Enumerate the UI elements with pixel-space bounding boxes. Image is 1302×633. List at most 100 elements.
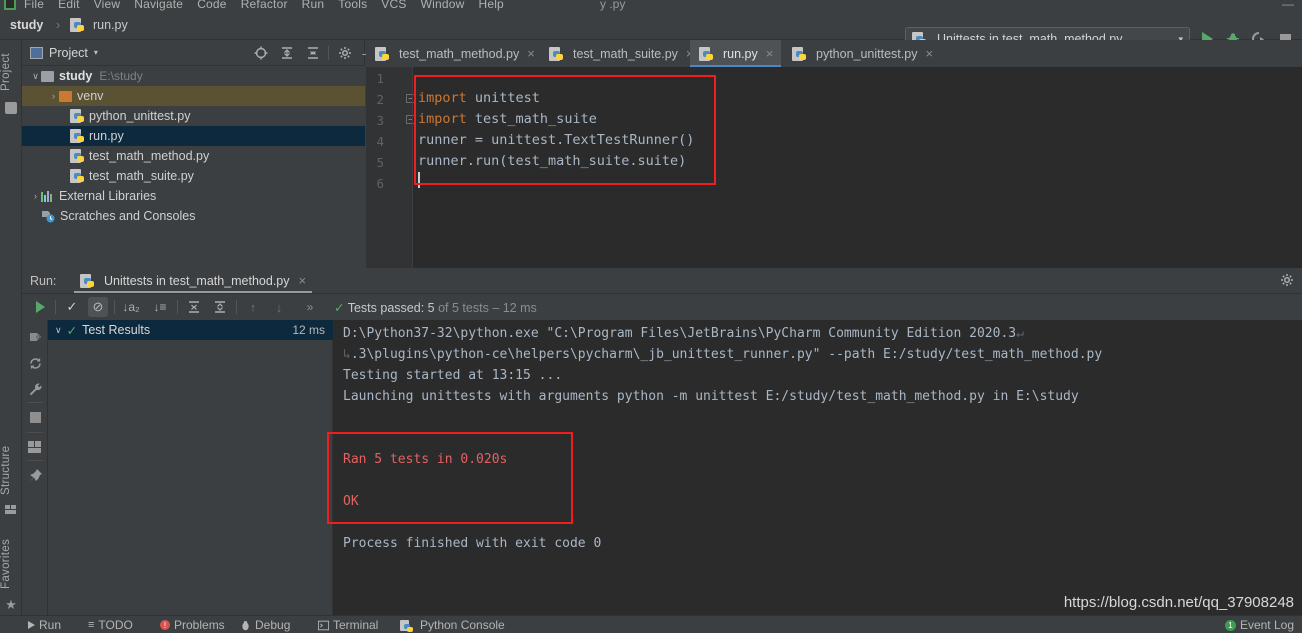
tool-button-favorites[interactable]: Favorites (0, 533, 22, 595)
tool-button-structure[interactable]: Structure (0, 439, 22, 501)
tree-node-test-math-suite[interactable]: test_math_suite.py (22, 166, 365, 186)
previous-failed-button[interactable]: ↑ (243, 297, 263, 317)
line-number: 1 (376, 71, 384, 86)
tree-node-scratches[interactable]: Scratches and Consoles (22, 206, 365, 226)
close-icon[interactable]: × (925, 46, 933, 61)
project-panel-title[interactable]: Project (49, 46, 88, 60)
console-highlight-box (327, 432, 573, 524)
code-line-3: import test_math_suite (418, 111, 597, 127)
editor-tab-python-unittest[interactable]: python_unittest.py × (783, 40, 941, 67)
toolbar-divider (114, 300, 115, 314)
text-caret (418, 172, 420, 188)
rerun-automatically-icon[interactable] (26, 354, 44, 372)
layout-settings-icon[interactable] (26, 438, 44, 456)
console-output[interactable]: D:\Python37-32\python.exe "C:\Program Fi… (327, 320, 1302, 615)
breadcrumb-file[interactable]: run.py (70, 18, 128, 32)
gear-icon[interactable] (336, 44, 354, 62)
tree-node-study[interactable]: ∨ study E:\study (22, 66, 365, 86)
toolbar-divider (177, 300, 178, 314)
more-options-button[interactable]: » (300, 297, 320, 317)
collapse-all-button[interactable] (210, 297, 230, 317)
tool-button-project[interactable]: Project (0, 46, 22, 98)
menu-item-tools[interactable]: Tools (338, 0, 367, 11)
menu-item-refactor[interactable]: Refactor (241, 0, 288, 11)
rerun-tests-button[interactable] (30, 297, 50, 317)
status-bar-python-console[interactable]: Python Console (400, 618, 505, 632)
chevron-right-icon[interactable]: › (30, 191, 41, 201)
console-line-3: Testing started at 13:15 ... (343, 368, 563, 383)
project-tool-window: Project ▾ — ∨ study E:\study › venv (22, 40, 376, 268)
code-text-area[interactable]: import unittest import test_math_suite r… (412, 67, 1302, 268)
menu-bar[interactable]: File Edit View Navigate Code Refactor Run Tools… (0, 0, 1302, 13)
menu-item-file[interactable]: File (24, 0, 44, 11)
tree-node-venv[interactable]: › venv (22, 86, 365, 106)
gear-icon[interactable] (1280, 273, 1294, 290)
status-bar-debug[interactable]: Debug (240, 618, 290, 632)
show-passed-toggle[interactable]: ✓ (62, 297, 82, 317)
editor-tab-label: run.py (723, 46, 758, 61)
menu-item-run[interactable]: Run (302, 0, 325, 11)
show-ignored-toggle[interactable]: ⊘ (88, 297, 108, 317)
breadcrumb-project[interactable]: study (10, 18, 43, 32)
tree-node-run[interactable]: run.py (22, 126, 365, 146)
tree-node-python-unittest[interactable]: python_unittest.py (22, 106, 365, 126)
menu-items[interactable]: File Edit View Navigate Code Refactor Run Tools… (24, 0, 518, 11)
test-settings-icon[interactable] (26, 380, 44, 398)
tree-node-test-math-method[interactable]: test_math_method.py (22, 146, 365, 166)
close-icon[interactable]: × (527, 46, 535, 61)
status-bar-python-console-label: Python Console (420, 618, 505, 632)
editor-tab-test-math-suite[interactable]: test_math_suite.py × (540, 40, 702, 67)
stop-icon[interactable] (26, 408, 44, 426)
sort-by-duration-button[interactable]: ↓≡ (150, 297, 170, 317)
editor-tab-run[interactable]: run.py × (690, 40, 782, 67)
code-token-keyword: import (418, 90, 467, 106)
tree-node-label: run.py (89, 129, 124, 143)
pin-tab-icon[interactable] (26, 466, 44, 484)
test-results-tree[interactable]: ∨ ✓ Test Results 12 ms (48, 320, 333, 615)
menu-item-code[interactable]: Code (197, 0, 227, 11)
status-bar-problems[interactable]: ! Problems (160, 618, 225, 632)
sort-alphabetically-button[interactable]: ↓a₂ (121, 297, 141, 317)
status-bar-event-log[interactable]: 1 Event Log (1224, 618, 1294, 632)
close-icon[interactable]: × (766, 46, 774, 61)
status-bar-run[interactable]: Run (28, 618, 61, 632)
next-failed-button[interactable]: ↓ (269, 297, 289, 317)
line-number: 4 (376, 134, 384, 149)
svg-text:9: 9 (36, 334, 40, 342)
chevron-right-icon[interactable]: › (48, 91, 59, 101)
status-bar-terminal[interactable]: Terminal (318, 618, 378, 632)
code-line-5: runner.run(test_math_suite.suite) (418, 153, 687, 169)
test-results-root-node[interactable]: ∨ ✓ Test Results 12 ms (48, 320, 333, 340)
stop-square-icon (29, 411, 41, 423)
menu-item-view[interactable]: View (94, 0, 121, 11)
editor-body[interactable]: 1 2 3 4 5 6 − − import unittest import t… (366, 67, 1302, 268)
python-file-icon (549, 46, 563, 61)
select-opened-file-icon[interactable] (252, 44, 270, 62)
expand-all-button[interactable] (184, 297, 204, 317)
status-bar-todo[interactable]: ≡ TODO (88, 618, 133, 632)
expand-all-icon[interactable] (278, 44, 296, 62)
menu-item-vcs[interactable]: VCS (381, 0, 406, 11)
python-file-icon (70, 169, 84, 183)
menu-item-window[interactable]: Window (421, 0, 465, 11)
chevron-down-icon[interactable]: ∨ (55, 325, 62, 336)
chevron-down-icon[interactable]: ▾ (94, 48, 98, 57)
menu-item-edit[interactable]: Edit (58, 0, 79, 11)
rerun-failed-tests-icon[interactable]: 9 (26, 328, 44, 346)
run-tool-window: Run: Unittests in test_math_method.py × … (22, 268, 1302, 615)
run-tab-bar: Run: Unittests in test_math_method.py × (22, 268, 1302, 294)
tests-passed-label: Tests passed: (347, 301, 425, 315)
tree-node-external-libraries[interactable]: › External Libraries (22, 186, 365, 206)
project-tree[interactable]: ∨ study E:\study › venv python_unittest.… (22, 66, 365, 268)
menu-item-navigate[interactable]: Navigate (134, 0, 183, 11)
folder-icon (5, 102, 17, 114)
test-results-label: Test Results (82, 323, 151, 337)
run-session-tab[interactable]: Unittests in test_math_method.py × (74, 270, 313, 293)
close-icon[interactable]: × (299, 273, 307, 288)
window-minimize-button[interactable]: — (1282, 0, 1294, 11)
collapse-all-icon[interactable] (304, 44, 322, 62)
editor-tab-test-math-method[interactable]: test_math_method.py × (366, 40, 543, 67)
chevron-down-icon[interactable]: ∨ (30, 71, 41, 82)
menu-item-help[interactable]: Help (478, 0, 503, 11)
python-icon (400, 619, 413, 632)
